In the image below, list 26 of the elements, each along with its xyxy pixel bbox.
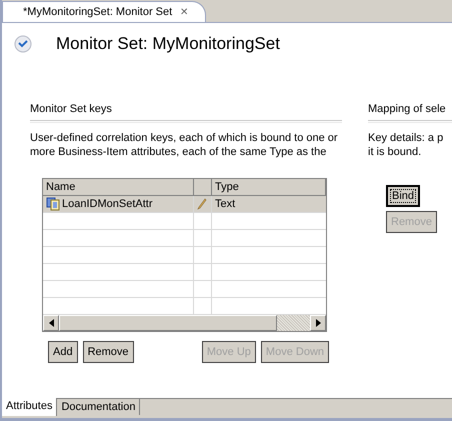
pencil-icon[interactable] bbox=[197, 198, 207, 210]
section-title: Mapping of sele bbox=[368, 103, 447, 117]
monitor-set-icon bbox=[14, 35, 32, 53]
section-description: Key details: a p bbox=[368, 131, 444, 145]
section-description: it is bound. bbox=[368, 145, 422, 159]
section-description: User-defined correlation keys, each of which is bound to one or more Business-Item attributes, each of the same Type as the bbox=[30, 131, 339, 159]
page-tab[interactable]: Documentation bbox=[57, 399, 140, 415]
editor-tab-title: *MyMonitoringSet: Monitor Set bbox=[23, 6, 172, 18]
scroll-right-icon[interactable] bbox=[316, 319, 320, 327]
table-row[interactable]: LoanIDMonSetAttr Text bbox=[43, 196, 326, 213]
scroll-thumb[interactable] bbox=[59, 315, 277, 331]
section-title: Monitor Set keys bbox=[30, 103, 113, 117]
editor-tab[interactable]: *MyMonitoringSet: Monitor Set ✕ bbox=[2, 1, 206, 22]
scroll-left-icon[interactable] bbox=[48, 319, 54, 327]
close-icon[interactable]: ✕ bbox=[180, 6, 188, 18]
horizontal-scrollbar[interactable] bbox=[43, 315, 326, 331]
mapping-button[interactable]: Bind bbox=[386, 185, 420, 207]
column-header[interactable]: Name bbox=[43, 179, 194, 195]
table-cell: Text bbox=[215, 198, 236, 210]
page-tab[interactable]: Attributes bbox=[2, 398, 58, 416]
column-header[interactable]: Type bbox=[212, 179, 326, 195]
table-button[interactable]: Add bbox=[48, 341, 78, 363]
editor-title: Monitor Set: MyMonitoringSet bbox=[56, 34, 280, 54]
attribute-icon bbox=[46, 197, 60, 211]
table-button[interactable]: Remove bbox=[82, 341, 134, 363]
table-cell: LoanIDMonSetAttr bbox=[62, 198, 152, 210]
